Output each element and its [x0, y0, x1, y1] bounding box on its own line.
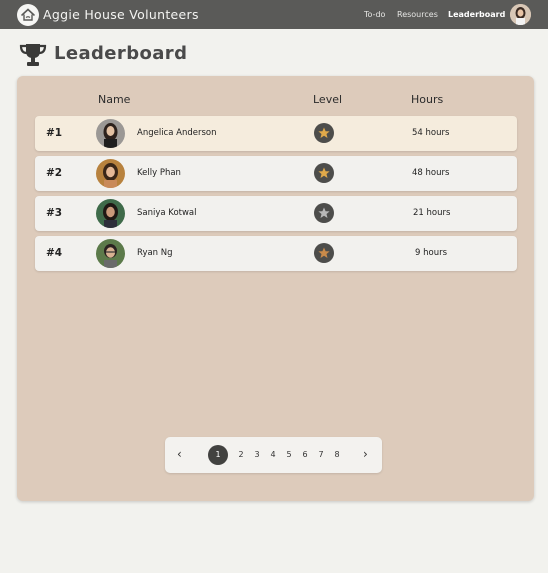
- page-number[interactable]: 6: [299, 450, 311, 459]
- column-header-level: Level: [313, 93, 343, 106]
- top-nav: Aggie House Volunteers To-do Resources L…: [0, 0, 548, 29]
- hours-value: 48 hours: [412, 168, 450, 178]
- page-number[interactable]: 3: [251, 450, 263, 459]
- hours-value: 9 hours: [415, 248, 448, 258]
- next-page-button[interactable]: ›: [363, 447, 368, 461]
- column-header-hours: Hours: [411, 93, 444, 106]
- page-title: Leaderboard: [54, 43, 188, 64]
- volunteer-name: Kelly Phan: [137, 168, 181, 178]
- brand-title[interactable]: Aggie House Volunteers: [43, 7, 199, 22]
- avatar: [96, 199, 125, 228]
- nav-link-todo[interactable]: To-do: [364, 10, 385, 19]
- page-number[interactable]: 7: [315, 450, 327, 459]
- user-avatar[interactable]: [510, 4, 531, 25]
- nav-link-leaderboard[interactable]: Leaderboard: [448, 10, 505, 19]
- page-number-current[interactable]: 1: [208, 445, 228, 465]
- leaderboard-row[interactable]: #2 Kelly Phan 48 hours: [35, 156, 517, 191]
- rank-label: #4: [46, 247, 63, 259]
- leaderboard-row[interactable]: #3 Saniya Kotwal 21 hours: [35, 196, 517, 231]
- leaderboard-row[interactable]: #1 Angelica Anderson 54 hours: [35, 116, 517, 151]
- leaderboard-row[interactable]: #4 Ryan Ng 9 hours: [35, 236, 517, 271]
- page-number[interactable]: 8: [331, 450, 343, 459]
- avatar: [96, 239, 125, 268]
- volunteer-name: Saniya Kotwal: [137, 208, 197, 218]
- avatar: [96, 159, 125, 188]
- avatar: [96, 119, 125, 148]
- level-star-icon: [314, 243, 334, 263]
- volunteer-name: Ryan Ng: [137, 248, 173, 258]
- volunteer-name: Angelica Anderson: [137, 128, 217, 138]
- trophy-icon: [19, 42, 47, 68]
- rank-label: #2: [46, 167, 63, 179]
- page-number[interactable]: 2: [235, 450, 247, 459]
- pagination: ‹ 1 2 3 4 5 6 7 8 ›: [165, 437, 382, 473]
- rank-label: #1: [46, 127, 63, 139]
- level-star-icon: [314, 123, 334, 143]
- rank-label: #3: [46, 207, 63, 219]
- hours-value: 21 hours: [413, 208, 451, 218]
- column-header-name: Name: [98, 93, 131, 106]
- level-star-icon: [314, 203, 334, 223]
- prev-page-button[interactable]: ‹: [177, 447, 182, 461]
- house-logo-icon[interactable]: [17, 4, 39, 26]
- page-number[interactable]: 4: [267, 450, 279, 459]
- page-number[interactable]: 5: [283, 450, 295, 459]
- nav-link-resources[interactable]: Resources: [397, 10, 438, 19]
- level-star-icon: [314, 163, 334, 183]
- hours-value: 54 hours: [412, 128, 450, 138]
